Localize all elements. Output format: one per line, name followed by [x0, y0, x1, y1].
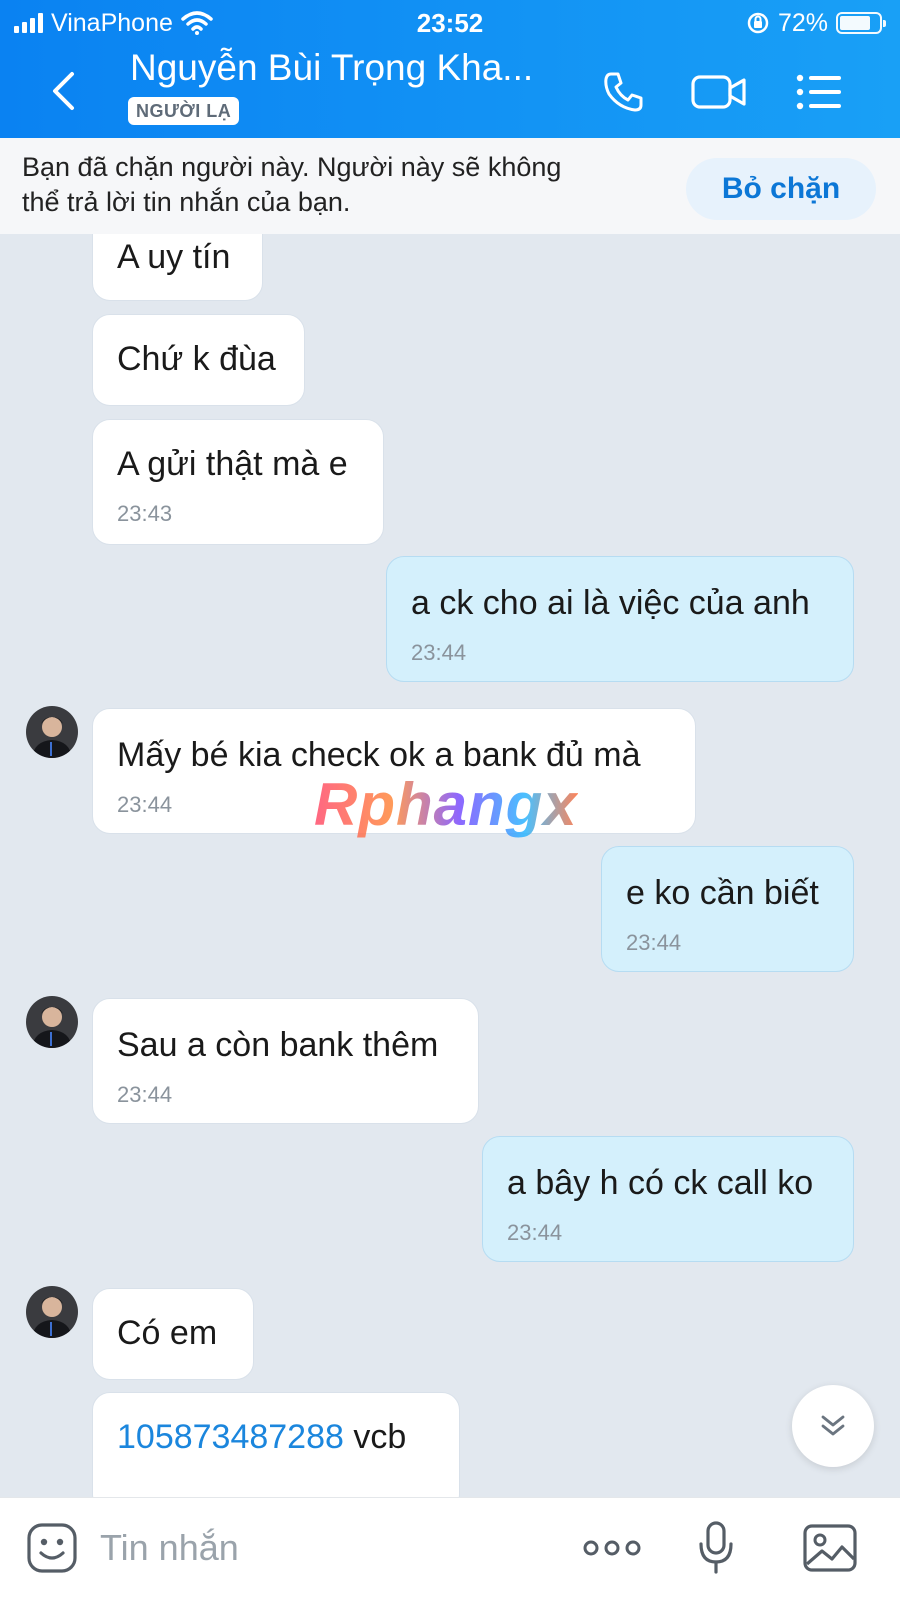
message-text: Có em	[117, 1314, 218, 1352]
back-icon	[53, 72, 74, 110]
contact-name[interactable]: Nguyễn Bùi Trọng Kha...	[130, 47, 533, 89]
blocked-notice-line-2: thể trả lời tin nhắn của bạn.	[22, 187, 351, 217]
status-right: 72%	[746, 6, 886, 40]
outgoing-message-bubble[interactable]: a bây h có ck call ko 23:44	[482, 1136, 854, 1262]
unblock-button[interactable]: Bỏ chặn	[686, 158, 876, 220]
message-input-bar	[0, 1497, 900, 1600]
message-time: 23:44	[117, 792, 173, 817]
battery-icon	[836, 12, 886, 34]
menu-list-icon	[796, 74, 841, 110]
orientation-lock-icon	[747, 12, 769, 34]
account-number-link[interactable]: 105873487288	[117, 1418, 344, 1456]
message-time: 23:44	[507, 1220, 563, 1245]
message-list[interactable]: A uy tín Chứ k đùa A gửi thật mà e 23:43…	[0, 234, 900, 1497]
sticker-icon	[27, 1523, 77, 1573]
image-icon	[803, 1524, 857, 1572]
blocked-notice-line-1: Bạn đã chặn người này. Người này sẽ khôn…	[22, 152, 562, 182]
avatar-photo-icon	[26, 1286, 78, 1338]
stranger-badge: NGƯỜI LẠ	[128, 97, 240, 125]
outgoing-message-bubble[interactable]: e ko cần biết 23:44	[601, 846, 854, 972]
more-icon	[583, 1540, 641, 1556]
message-time: 23:43	[117, 501, 173, 526]
incoming-message-bubble[interactable]: A uy tín	[92, 234, 263, 301]
phone-icon	[604, 72, 643, 112]
double-chevron-down-icon	[821, 1415, 845, 1436]
contact-avatar[interactable]	[26, 996, 78, 1048]
message-time: 23:44	[626, 930, 682, 955]
top-bar: VinaPhone 23:52 72% Nguyễn Bùi Trọng Kha…	[0, 0, 900, 138]
message-text: Chứ k đùa	[117, 340, 276, 378]
watermark-logo: Rphangx	[314, 771, 578, 838]
microphone-icon	[699, 1521, 733, 1574]
message-time: 23:44	[117, 1082, 173, 1107]
conversation-menu-button[interactable]	[788, 64, 850, 120]
more-options-button[interactable]	[582, 1520, 642, 1576]
back-button[interactable]	[38, 64, 88, 118]
voice-message-button[interactable]	[686, 1520, 746, 1576]
blocked-banner: Bạn đã chặn người này. Người này sẽ khôn…	[0, 138, 900, 234]
message-text: Sau a còn bank thêm	[117, 1026, 439, 1064]
scroll-to-bottom-button[interactable]	[792, 1385, 874, 1467]
voice-call-button[interactable]	[592, 64, 654, 120]
message-text: A uy tín	[117, 238, 231, 276]
message-input[interactable]	[100, 1522, 540, 1574]
incoming-message-bubble[interactable]: Sau a còn bank thêm 23:44	[92, 998, 479, 1124]
video-call-icon	[691, 75, 746, 109]
message-time: 23:44	[411, 640, 467, 665]
battery-percent: 72%	[777, 8, 828, 37]
incoming-message-bubble[interactable]: A gửi thật mà e 23:43	[92, 419, 384, 545]
message-text: A gửi thật mà e	[117, 445, 348, 483]
video-call-button[interactable]	[688, 64, 750, 120]
contact-avatar[interactable]	[26, 706, 78, 758]
incoming-message-bubble[interactable]: 105873487288 vcb	[92, 1392, 460, 1497]
image-button[interactable]	[800, 1520, 860, 1576]
blocked-notice: Bạn đã chặn người này. Người này sẽ khôn…	[22, 150, 652, 220]
message-text: 105873487288 vcb	[117, 1417, 406, 1457]
sticker-button[interactable]	[22, 1520, 82, 1576]
outgoing-message-bubble[interactable]: a ck cho ai là việc của anh 23:44	[386, 556, 854, 682]
message-text-suffix: vcb	[343, 1418, 407, 1456]
avatar-photo-icon	[26, 706, 78, 758]
incoming-message-bubble[interactable]: Có em	[92, 1288, 254, 1380]
message-text: a ck cho ai là việc của anh	[411, 584, 810, 622]
incoming-message-bubble[interactable]: Chứ k đùa	[92, 314, 305, 406]
message-text: a bây h có ck call ko	[507, 1164, 814, 1202]
message-text: e ko cần biết	[626, 874, 819, 912]
contact-avatar[interactable]	[26, 1286, 78, 1338]
message-text: Mấy bé kia check ok a bank đủ mà	[117, 736, 641, 774]
avatar-photo-icon	[26, 996, 78, 1048]
